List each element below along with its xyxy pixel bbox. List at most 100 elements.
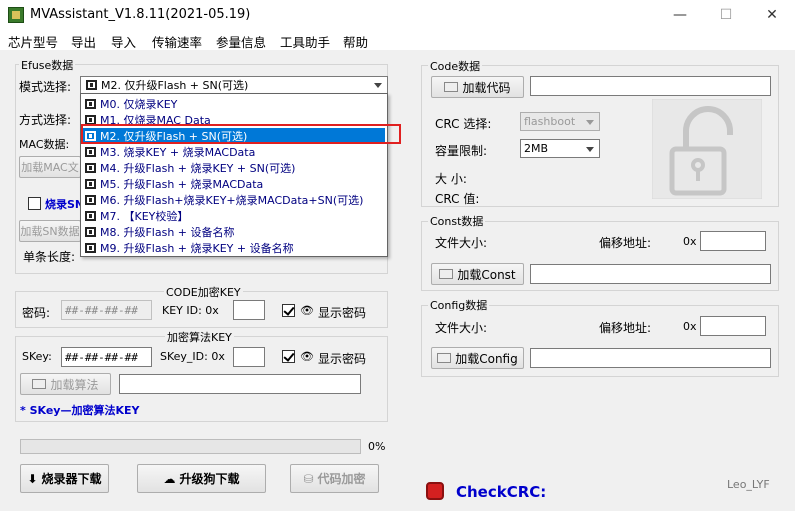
load-algo-button[interactable]: 加载算法 [20, 373, 111, 395]
code-key-title: CODE加密KEY [164, 284, 243, 300]
skey-field[interactable]: ##-##-##-## [61, 347, 152, 367]
upgrade-dongle-download-button[interactable]: ☁ 升级狗下载 [137, 464, 266, 493]
key-id-label: KEY ID: 0x [162, 304, 219, 317]
crc-value-label: CRC 值: [435, 192, 480, 206]
show-skey-label: 显示密码 [318, 352, 367, 366]
password-field[interactable]: ##-##-##-## [61, 300, 152, 320]
menu-import[interactable]: 导入 [111, 32, 136, 51]
menu-export[interactable]: 导出 [71, 32, 96, 51]
menu-bar: 芯片型号 导出 导入 传输速率 参量信息 工具助手 帮助 [0, 30, 795, 50]
mode-dropdown-list: M0. 仅烧录KEY M1. 仅烧录MAC Data M2. 仅升级Flash … [80, 93, 388, 257]
load-mac-button[interactable]: 加载MAC文 [19, 156, 81, 178]
option-label: M0. 仅烧录KEY [100, 98, 178, 111]
close-button[interactable]: ✕ [749, 0, 795, 30]
mode-option-m9[interactable]: M9. 升级Flash + 烧录KEY + 设备名称 [83, 240, 385, 256]
method-label: 方式选择: [19, 113, 72, 127]
option-label: M8. 升级Flash + 设备名称 [100, 226, 235, 239]
option-label: M6. 升级Flash+烧录KEY+烧录MACData+SN(可选) [100, 194, 364, 207]
chip-icon [85, 147, 96, 157]
mode-option-m3[interactable]: M3. 烧录KEY + 烧录MACData [83, 144, 385, 160]
menu-param-info[interactable]: 参量信息 [216, 32, 266, 51]
menu-tools[interactable]: 工具助手 [280, 32, 330, 51]
mode-label: 模式选择: [19, 80, 72, 94]
upgrade-dongle-label: 升级狗下载 [179, 472, 240, 486]
const-hex-prefix: 0x [683, 235, 697, 248]
chevron-down-icon [374, 83, 382, 88]
chip-icon [85, 195, 96, 205]
load-code-label: 加载代码 [462, 80, 511, 95]
skey-id-label: SKey_ID: 0x [160, 350, 225, 363]
algo-path-field[interactable] [119, 374, 361, 394]
config-offset-field[interactable] [700, 316, 766, 336]
size-label: 大 小: [435, 172, 467, 186]
const-offset-field[interactable] [700, 231, 766, 251]
menu-transfer-rate[interactable]: 传输速率 [152, 32, 202, 51]
capacity-select[interactable]: 2MB [520, 139, 600, 158]
menu-help[interactable]: 帮助 [343, 32, 368, 51]
code-path-field[interactable] [530, 76, 771, 96]
load-const-label: 加载Const [457, 267, 516, 282]
watermark: Leo_LYF [727, 478, 770, 491]
maximize-button[interactable]: ☐ [703, 0, 749, 30]
show-password-checkbox[interactable] [282, 304, 295, 317]
window-title: MVAssistant_V1.8.11(2021-05.19) [30, 7, 251, 22]
show-password-label: 显示密码 [318, 306, 367, 320]
minimize-button[interactable]: — [657, 0, 703, 30]
code-encrypt-label: 代码加密 [317, 472, 366, 486]
burn-sn-checkbox[interactable] [28, 197, 41, 210]
menu-chip-model[interactable]: 芯片型号 [8, 32, 58, 51]
mode-option-m5[interactable]: M5. 升级Flash + 烧录MACData [83, 176, 385, 192]
option-label: M5. 升级Flash + 烧录MACData [100, 178, 264, 191]
option-label: M7. 【KEY校验】 [100, 210, 189, 223]
mode-option-m0[interactable]: M0. 仅烧录KEY [83, 96, 385, 112]
mac-label: MAC数据: [19, 138, 70, 151]
mode-option-m7[interactable]: M7. 【KEY校验】 [83, 208, 385, 224]
config-path-field[interactable] [530, 348, 771, 368]
mode-option-m6[interactable]: M6. 升级Flash+烧录KEY+烧录MACData+SN(可选) [83, 192, 385, 208]
folder-icon [32, 379, 47, 389]
unlock-icon [652, 99, 762, 199]
load-code-button[interactable]: 加载代码 [431, 76, 524, 98]
load-const-button[interactable]: 加载Const [431, 263, 524, 285]
progress-label: 0% [368, 440, 386, 453]
chip-icon [86, 80, 97, 90]
mode-select[interactable]: M2. 仅升级Flash + SN(可选) [80, 76, 388, 94]
load-config-label: 加载Config [455, 351, 518, 366]
load-algo-label: 加载算法 [50, 377, 99, 392]
eye-icon: 👁 [300, 304, 314, 317]
option-label: M4. 升级Flash + 烧录KEY + SN(可选) [100, 162, 296, 175]
const-data-title: Const数据 [428, 213, 486, 229]
chip-icon [85, 211, 96, 221]
capacity-label: 容量限制: [435, 144, 488, 158]
burn-sn-label: 烧录SN [45, 198, 85, 211]
crc-select[interactable]: flashboot [520, 112, 600, 131]
efuse-group-title: Efuse数据 [19, 57, 76, 73]
chip-icon [85, 99, 96, 109]
stop-icon [426, 482, 444, 500]
key-id-field[interactable] [233, 300, 265, 320]
load-sn-button[interactable]: 加载SN数据 [19, 220, 81, 242]
mode-option-m4[interactable]: M4. 升级Flash + 烧录KEY + SN(可选) [83, 160, 385, 176]
folder-icon [439, 269, 454, 279]
show-skey-checkbox[interactable] [282, 350, 295, 363]
chip-icon [85, 179, 96, 189]
option-label: M9. 升级Flash + 烧录KEY + 设备名称 [100, 242, 294, 255]
password-label: 密码: [22, 306, 51, 320]
mode-option-m8[interactable]: M8. 升级Flash + 设备名称 [83, 224, 385, 240]
const-offset-label: 偏移地址: [599, 236, 652, 250]
chip-icon [85, 243, 96, 253]
code-data-title: Code数据 [428, 58, 483, 74]
config-file-size-label: 文件大小: [435, 321, 488, 335]
burner-download-button[interactable]: ⬇ 烧录器下载 [20, 464, 109, 493]
code-encrypt-button[interactable]: ⛁ 代码加密 [290, 464, 379, 493]
config-data-title: Config数据 [428, 297, 490, 313]
algo-key-title: 加密算法KEY [165, 329, 234, 345]
app-chip-icon [8, 7, 24, 23]
const-path-field[interactable] [530, 264, 771, 284]
skey-id-field[interactable] [233, 347, 265, 367]
config-offset-label: 偏移地址: [599, 321, 652, 335]
load-config-button[interactable]: 加载Config [431, 347, 524, 369]
burner-download-label: 烧录器下载 [41, 472, 102, 486]
capacity-select-value: 2MB [524, 142, 549, 155]
config-hex-prefix: 0x [683, 320, 697, 333]
